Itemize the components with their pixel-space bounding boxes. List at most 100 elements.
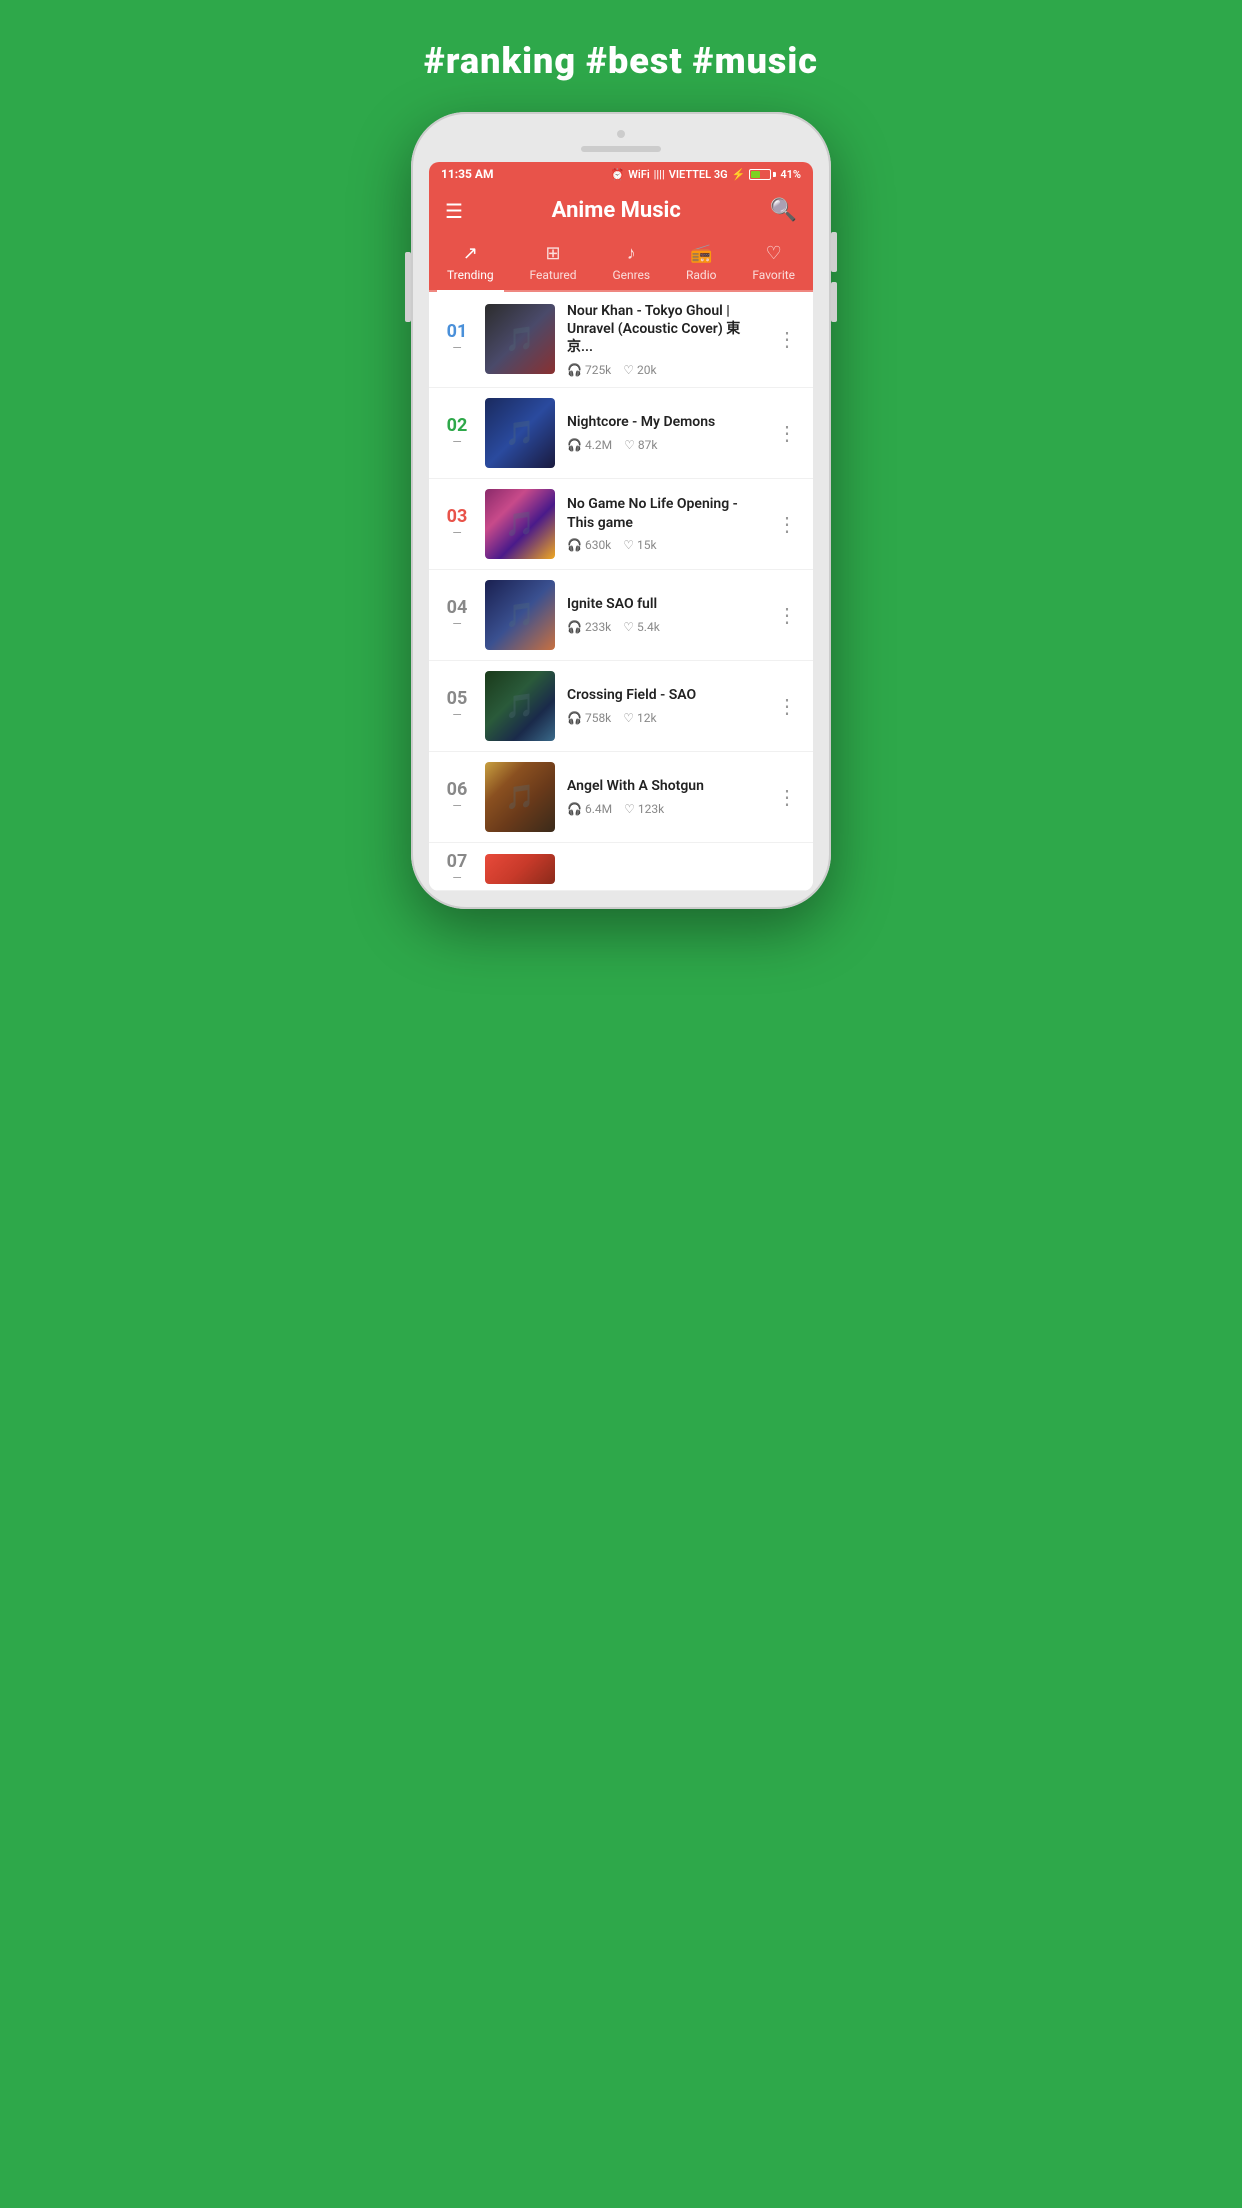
heart-icon: ♡ bbox=[623, 363, 634, 377]
tab-radio-label: Radio bbox=[686, 268, 716, 282]
song-rank: 05 — bbox=[441, 690, 473, 722]
song-title: Nour Khan - Tokyo Ghoul | Unravel (Acous… bbox=[567, 302, 761, 357]
play-count: 🎧 630k bbox=[567, 538, 611, 552]
wifi-icon: WiFi bbox=[628, 168, 649, 181]
like-count: ♡ 5.4k bbox=[623, 620, 660, 634]
carrier-text: VIETTEL 3G bbox=[669, 168, 728, 181]
song-stats: 🎧 630k ♡ 15k bbox=[567, 538, 761, 552]
tab-featured[interactable]: ⊞ Featured bbox=[520, 243, 587, 290]
phone-camera bbox=[617, 130, 625, 138]
headphone-icon: 🎧 bbox=[567, 538, 582, 552]
song-info: Nour Khan - Tokyo Ghoul | Unravel (Acous… bbox=[567, 302, 761, 377]
song-stats: 🎧 4.2M ♡ 87k bbox=[567, 438, 761, 452]
signal-icon: |||| bbox=[654, 168, 665, 181]
more-options-button[interactable]: ⋮ bbox=[773, 323, 801, 355]
page-header: #ranking #best #music bbox=[394, 20, 848, 112]
headphone-icon: 🎧 bbox=[567, 620, 582, 634]
song-title: Nightcore - My Demons bbox=[567, 413, 761, 431]
list-item[interactable]: 06 — 🎵 Angel With A Shotgun 🎧 6.4M ♡ bbox=[429, 752, 813, 843]
list-item[interactable]: 02 — 🎵 Nightcore - My Demons 🎧 4.2M ♡ bbox=[429, 388, 813, 479]
song-thumbnail: 🎵 bbox=[485, 580, 555, 650]
battery-indicator bbox=[749, 169, 776, 180]
list-item[interactable]: 04 — 🎵 Ignite SAO full 🎧 233k ♡ bbox=[429, 570, 813, 661]
tab-radio[interactable]: 📻 Radio bbox=[676, 243, 726, 290]
like-count: ♡ 12k bbox=[623, 711, 656, 725]
song-thumbnail bbox=[485, 854, 555, 884]
song-info: Angel With A Shotgun 🎧 6.4M ♡ 123k bbox=[567, 777, 761, 815]
play-count: 🎧 6.4M bbox=[567, 802, 612, 816]
like-count: ♡ 20k bbox=[623, 363, 656, 377]
list-item[interactable]: 03 — 🎵 No Game No Life Opening - This ga… bbox=[429, 479, 813, 570]
like-count: ♡ 123k bbox=[624, 802, 664, 816]
play-count: 🎧 233k bbox=[567, 620, 611, 634]
song-thumbnail: 🎵 bbox=[485, 398, 555, 468]
song-title: Crossing Field - SAO bbox=[567, 686, 761, 704]
song-rank: 01 — bbox=[441, 323, 473, 355]
song-title: Ignite SAO full bbox=[567, 595, 761, 613]
play-count: 🎧 4.2M bbox=[567, 438, 612, 452]
song-rank: 03 — bbox=[441, 508, 473, 540]
song-rank: 02 — bbox=[441, 417, 473, 449]
status-time: 11:35 AM bbox=[441, 167, 493, 181]
heart-icon: ♡ bbox=[623, 620, 634, 634]
tab-trending[interactable]: ↗ Trending bbox=[437, 243, 504, 290]
more-options-button[interactable]: ⋮ bbox=[773, 781, 801, 813]
phone-screen: 11:35 AM ⏰ WiFi |||| VIETTEL 3G ⚡ 41% ☰ … bbox=[429, 162, 813, 891]
song-thumbnail: 🎵 bbox=[485, 671, 555, 741]
mute-button bbox=[831, 282, 837, 322]
heart-icon: ♡ bbox=[623, 711, 634, 725]
headphone-icon: 🎧 bbox=[567, 711, 582, 725]
headphone-icon: 🎧 bbox=[567, 438, 582, 452]
favorite-icon: ♡ bbox=[766, 243, 782, 264]
trending-icon: ↗ bbox=[463, 243, 478, 264]
heart-icon: ♡ bbox=[624, 802, 635, 816]
more-options-button[interactable]: ⋮ bbox=[773, 417, 801, 449]
song-rank: 04 — bbox=[441, 599, 473, 631]
song-stats: 🎧 725k ♡ 20k bbox=[567, 363, 761, 377]
song-thumbnail: 🎵 bbox=[485, 762, 555, 832]
phone-frame: 11:35 AM ⏰ WiFi |||| VIETTEL 3G ⚡ 41% ☰ … bbox=[411, 112, 831, 909]
song-thumbnail: 🎵 bbox=[485, 304, 555, 374]
tab-bar: ↗ Trending ⊞ Featured ♪ Genres 📻 Radio ♡… bbox=[429, 235, 813, 292]
power-button bbox=[831, 232, 837, 272]
song-list: 01 — 🎵 Nour Khan - Tokyo Ghoul | Unravel… bbox=[429, 292, 813, 891]
tab-favorite[interactable]: ♡ Favorite bbox=[742, 243, 805, 290]
song-rank: 07 — bbox=[441, 853, 473, 885]
song-info: Ignite SAO full 🎧 233k ♡ 5.4k bbox=[567, 595, 761, 633]
tab-favorite-label: Favorite bbox=[752, 268, 795, 282]
radio-icon: 📻 bbox=[690, 243, 712, 264]
status-icons: ⏰ WiFi |||| VIETTEL 3G ⚡ 41% bbox=[611, 168, 801, 181]
battery-percent: 41% bbox=[780, 168, 801, 181]
more-options-button[interactable]: ⋮ bbox=[773, 690, 801, 722]
more-options-button[interactable]: ⋮ bbox=[773, 508, 801, 540]
song-info: No Game No Life Opening - This game 🎧 63… bbox=[567, 495, 761, 551]
featured-icon: ⊞ bbox=[546, 243, 561, 264]
list-item[interactable]: 05 — 🎵 Crossing Field - SAO 🎧 758k ♡ bbox=[429, 661, 813, 752]
tab-genres-label: Genres bbox=[612, 268, 650, 282]
phone-speaker bbox=[581, 146, 661, 152]
tab-genres[interactable]: ♪ Genres bbox=[602, 243, 660, 290]
menu-button[interactable]: ☰ bbox=[445, 199, 463, 223]
volume-button bbox=[405, 252, 411, 322]
genres-icon: ♪ bbox=[627, 243, 636, 264]
song-thumbnail: 🎵 bbox=[485, 489, 555, 559]
app-header: ☰ Anime Music 🔍 bbox=[429, 186, 813, 235]
song-rank: 06 — bbox=[441, 781, 473, 813]
status-bar: 11:35 AM ⏰ WiFi |||| VIETTEL 3G ⚡ 41% bbox=[429, 162, 813, 186]
app-title: Anime Music bbox=[552, 198, 681, 223]
song-info: Crossing Field - SAO 🎧 758k ♡ 12k bbox=[567, 686, 761, 724]
tab-featured-label: Featured bbox=[530, 268, 577, 282]
list-item[interactable]: 07 — bbox=[429, 843, 813, 891]
heart-icon: ♡ bbox=[624, 438, 635, 452]
headphone-icon: 🎧 bbox=[567, 802, 582, 816]
search-button[interactable]: 🔍 bbox=[770, 198, 797, 223]
song-info: Nightcore - My Demons 🎧 4.2M ♡ 87k bbox=[567, 413, 761, 451]
song-stats: 🎧 233k ♡ 5.4k bbox=[567, 620, 761, 634]
alarm-icon: ⏰ bbox=[611, 168, 625, 181]
list-item[interactable]: 01 — 🎵 Nour Khan - Tokyo Ghoul | Unravel… bbox=[429, 292, 813, 388]
heart-icon: ♡ bbox=[623, 538, 634, 552]
like-count: ♡ 15k bbox=[623, 538, 656, 552]
more-options-button[interactable]: ⋮ bbox=[773, 599, 801, 631]
song-stats: 🎧 758k ♡ 12k bbox=[567, 711, 761, 725]
song-title: Angel With A Shotgun bbox=[567, 777, 761, 795]
